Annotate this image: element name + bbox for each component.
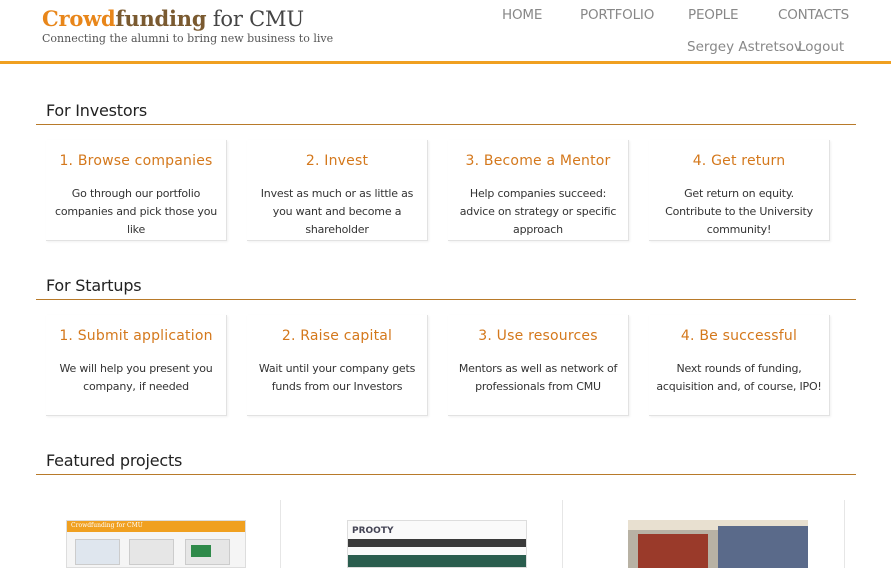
card-text: Help companies succeed: advice on strate… bbox=[459, 187, 617, 236]
featured-project[interactable]: PROOTY bbox=[318, 500, 563, 568]
nav-home[interactable]: HOME bbox=[502, 7, 542, 23]
startup-step-card: 3. Use resources Mentors as well as netw… bbox=[448, 315, 629, 416]
nav-contacts[interactable]: CONTACTS bbox=[778, 7, 849, 23]
investor-step-card: 4. Get return Get return on equity. Cont… bbox=[649, 140, 830, 241]
site-header: Crowdfunding for CMU Connecting the alum… bbox=[0, 0, 891, 64]
card-text: Wait until your company gets funds from … bbox=[258, 362, 416, 393]
logo-rest: for CMU bbox=[206, 7, 304, 31]
featured-section-title: Featured projects bbox=[46, 451, 183, 470]
project-thumbnail[interactable]: Crowdfunding for CMU bbox=[66, 520, 246, 568]
startup-step-card: 1. Submit application We will help you p… bbox=[46, 315, 227, 416]
startup-step-card: 2. Raise capital Wait until your company… bbox=[247, 315, 428, 416]
featured-project[interactable]: Crowdfunding for CMU bbox=[36, 500, 281, 568]
card-text: We will help you present you company, if… bbox=[59, 362, 213, 393]
nav-portfolio[interactable]: PORTFOLIO bbox=[580, 7, 654, 23]
thumb-shelf bbox=[718, 526, 808, 568]
section-divider bbox=[36, 474, 856, 475]
project-thumbnail[interactable]: PROOTY bbox=[347, 520, 527, 568]
investors-section-title: For Investors bbox=[46, 101, 147, 120]
thumb-green-band bbox=[348, 555, 526, 567]
card-title: 2. Raise capital bbox=[281, 328, 393, 344]
startup-step-card: 4. Be successful Next rounds of funding,… bbox=[649, 315, 830, 416]
card-text: Invest as much or as little as you want … bbox=[260, 187, 414, 236]
logo-crowd: Crowd bbox=[42, 6, 116, 31]
investor-step-card: 2. Invest Invest as much or as little as… bbox=[247, 140, 428, 241]
section-divider bbox=[36, 299, 856, 300]
thumb-shelf bbox=[638, 534, 708, 568]
card-text: Next rounds of funding, acquisition and,… bbox=[656, 362, 822, 393]
thumb-green-block bbox=[191, 545, 211, 557]
thumb-block bbox=[129, 539, 174, 565]
card-text: Mentors as well as network of profession… bbox=[458, 362, 618, 393]
site-logo[interactable]: Crowdfunding for CMU bbox=[42, 6, 304, 32]
card-title: 3. Use resources bbox=[478, 328, 598, 344]
thumb-title: PROOTY bbox=[352, 526, 394, 536]
startups-section-title: For Startups bbox=[46, 276, 142, 295]
section-divider bbox=[36, 124, 856, 125]
logo-funding: funding bbox=[115, 6, 207, 31]
card-title: 1. Browse companies bbox=[59, 153, 213, 169]
card-title: 1. Submit application bbox=[59, 328, 213, 344]
user-name[interactable]: Sergey Astretsov bbox=[687, 39, 802, 55]
card-text: Get return on equity. Contribute to the … bbox=[665, 187, 813, 236]
thumb-block bbox=[75, 539, 120, 565]
card-title: 4. Get return bbox=[692, 153, 786, 169]
card-text: Go through our portfolio companies and p… bbox=[54, 187, 217, 236]
logout-link[interactable]: Logout bbox=[798, 39, 844, 55]
featured-project[interactable] bbox=[600, 500, 845, 568]
investor-step-card: 1. Browse companies Go through our portf… bbox=[46, 140, 227, 241]
thumb-nav-bar bbox=[348, 539, 526, 547]
investor-step-card: 3. Become a Mentor Help companies succee… bbox=[448, 140, 629, 241]
nav-people[interactable]: PEOPLE bbox=[688, 7, 738, 23]
thumb-title: Crowdfunding for CMU bbox=[71, 522, 143, 529]
project-thumbnail[interactable] bbox=[628, 520, 808, 568]
card-title: 4. Be successful bbox=[680, 328, 798, 344]
site-tagline: Connecting the alumni to bring new busin… bbox=[42, 32, 334, 45]
card-title: 3. Become a Mentor bbox=[465, 153, 611, 169]
card-title: 2. Invest bbox=[305, 153, 369, 169]
